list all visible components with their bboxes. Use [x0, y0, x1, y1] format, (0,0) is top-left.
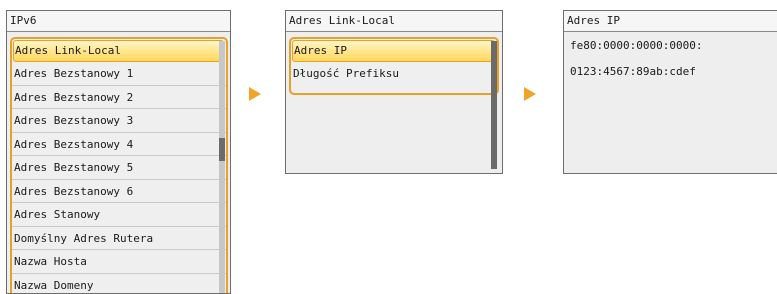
menu-item-adres-bezstanowy-3[interactable]: Adres Bezstanowy 3: [12, 109, 226, 133]
right-triangle-icon: [249, 87, 261, 101]
link-local-screen-title: Adres Link-Local: [286, 11, 502, 32]
ip-address-screen: Adres IP fe80:0000:0000:0000: 0123:4567:…: [563, 10, 777, 174]
ipv6-scrollbar-thumb[interactable]: [219, 138, 225, 161]
link-local-scrollbar-thumb[interactable]: [491, 41, 497, 169]
ip-address-screen-title: Adres IP: [564, 11, 777, 32]
menu-item-adres-bezstanowy-1[interactable]: Adres Bezstanowy 1: [12, 62, 226, 86]
right-triangle-icon: [524, 87, 536, 101]
ipv6-screen-title: IPv6: [7, 11, 230, 32]
menu-item-adres-bezstanowy-6[interactable]: Adres Bezstanowy 6: [12, 180, 226, 204]
menu-item-domyslny-adres-rutera[interactable]: Domyślny Adres Rutera: [12, 227, 226, 251]
ipv6-scrollbar[interactable]: [219, 41, 225, 293]
link-local-menu-list: Adres IP Długość Prefiksu: [289, 37, 499, 95]
menu-item-adres-bezstanowy-4[interactable]: Adres Bezstanowy 4: [12, 133, 226, 157]
menu-item-dlugosc-prefiksu[interactable]: Długość Prefiksu: [291, 62, 497, 86]
menu-item-nazwa-domeny[interactable]: Nazwa Domeny: [12, 274, 226, 294]
link-local-screen: Adres Link-Local Adres IP Długość Prefik…: [285, 10, 503, 174]
menu-item-adres-ip[interactable]: Adres IP: [292, 40, 495, 62]
menu-item-adres-link-local[interactable]: Adres Link-Local: [13, 40, 224, 62]
menu-item-nazwa-hosta[interactable]: Nazwa Hosta: [12, 250, 226, 274]
menu-item-adres-bezstanowy-2[interactable]: Adres Bezstanowy 2: [12, 86, 226, 110]
ipv6-menu-list: Adres Link-Local Adres Bezstanowy 1 Adre…: [10, 37, 228, 294]
menu-item-adres-bezstanowy-5[interactable]: Adres Bezstanowy 5: [12, 156, 226, 180]
menu-item-adres-stanowy[interactable]: Adres Stanowy: [12, 203, 226, 227]
ip-address-line-1: fe80:0000:0000:0000:: [570, 39, 702, 52]
ip-address-line-2: 0123:4567:89ab:cdef: [570, 65, 696, 78]
ipv6-screen: IPv6 Adres Link-Local Adres Bezstanowy 1…: [6, 10, 231, 294]
